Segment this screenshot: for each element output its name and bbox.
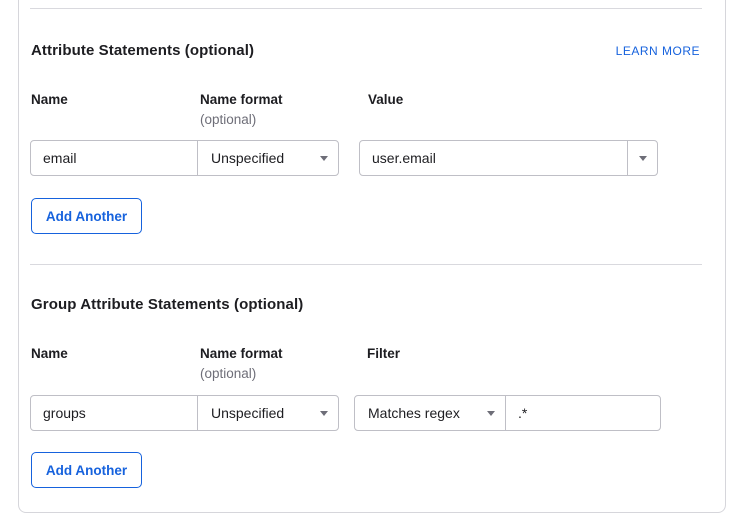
column-label-name: Name <box>31 346 68 361</box>
group-filter-type-value: Matches regex <box>368 405 460 421</box>
group-name-format-select[interactable]: Unspecified <box>197 395 339 431</box>
column-label-name-format: Name format <box>200 346 283 361</box>
chevron-down-icon <box>320 156 328 161</box>
chevron-down-icon <box>320 411 328 416</box>
chevron-down-icon <box>487 411 495 416</box>
section-divider <box>30 8 702 9</box>
attr-name-format-value: Unspecified <box>211 150 284 166</box>
column-sublabel-optional: (optional) <box>200 112 256 127</box>
add-another-button[interactable]: Add Another <box>31 198 142 234</box>
saml-settings-panel: Attribute Statements (optional) LEARN MO… <box>0 0 737 530</box>
attr-value-input[interactable] <box>359 140 628 176</box>
column-sublabel-optional: (optional) <box>200 366 256 381</box>
attr-name-input[interactable] <box>30 140 198 176</box>
settings-card <box>18 0 726 513</box>
attr-value-dropdown-button[interactable] <box>627 140 658 176</box>
learn-more-link[interactable]: LEARN MORE <box>616 44 700 58</box>
column-label-name: Name <box>31 92 68 107</box>
section-divider <box>30 264 702 265</box>
group-attribute-statements-title: Group Attribute Statements (optional) <box>31 296 303 313</box>
group-name-input[interactable] <box>30 395 198 431</box>
column-label-value: Value <box>368 92 403 107</box>
group-name-format-value: Unspecified <box>211 405 284 421</box>
group-filter-type-select[interactable]: Matches regex <box>354 395 506 431</box>
add-another-button[interactable]: Add Another <box>31 452 142 488</box>
column-label-filter: Filter <box>367 346 400 361</box>
group-filter-value-input[interactable] <box>505 395 661 431</box>
chevron-down-icon <box>639 156 647 161</box>
column-label-name-format: Name format <box>200 92 283 107</box>
attr-name-format-select[interactable]: Unspecified <box>197 140 339 176</box>
attribute-statements-title: Attribute Statements (optional) <box>31 42 254 59</box>
